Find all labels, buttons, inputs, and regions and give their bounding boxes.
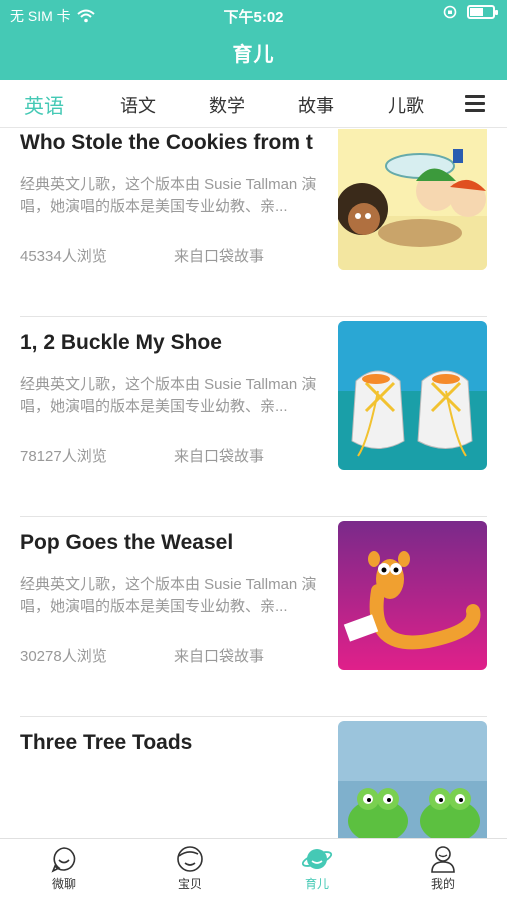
- list-item[interactable]: Three Tree Toads: [20, 717, 487, 838]
- item-thumbnail: [338, 721, 487, 838]
- item-views: 30278人浏览: [20, 648, 107, 665]
- nav-chat[interactable]: 微聊: [1, 845, 127, 892]
- status-time: 下午5:02: [223, 9, 284, 26]
- profile-icon: [431, 846, 455, 873]
- item-source: 来自口袋故事: [174, 448, 265, 465]
- bottom-tab-bar: 微聊 宝贝 育儿 我的: [0, 838, 507, 900]
- nav-me[interactable]: 我的: [380, 845, 506, 892]
- rotation-lock-icon: [443, 5, 457, 19]
- nav-label: 育儿: [304, 877, 329, 891]
- nav-label: 我的: [430, 877, 455, 891]
- page-title: 育儿: [232, 44, 275, 66]
- planet-icon: [301, 849, 333, 869]
- nav-baby[interactable]: 宝贝: [127, 845, 253, 892]
- nav-parenting[interactable]: 育儿: [254, 845, 380, 892]
- item-description: 经典英文儿歌，这个版本由 Susie Tallman 演唱，她演唱的版本是美国专…: [20, 576, 317, 615]
- item-thumbnail: [338, 321, 487, 470]
- item-source: 来自口袋故事: [174, 248, 265, 265]
- nav-label: 微聊: [51, 877, 76, 891]
- item-thumbnail: [338, 129, 487, 270]
- chat-face-icon: [51, 847, 76, 873]
- list-item[interactable]: 1, 2 Buckle My Shoe 经典英文儿歌，这个版本由 Susie T…: [20, 317, 487, 517]
- item-title: Who Stole the Cookies from t: [20, 131, 313, 154]
- list-item[interactable]: Who Stole the Cookies from t 经典英文儿歌，这个版本…: [20, 129, 487, 317]
- status-right: [443, 5, 498, 19]
- tab-english[interactable]: 英语: [24, 90, 64, 119]
- tab-chinese[interactable]: 语文: [120, 92, 156, 118]
- status-bar: 无 SIM 卡 下午5:02: [0, 0, 507, 28]
- tab-stories[interactable]: 故事: [298, 92, 334, 118]
- battery-icon: [467, 5, 498, 19]
- menu-icon[interactable]: [465, 95, 485, 112]
- item-description: 经典英文儿歌，这个版本由 Susie Tallman 演唱，她演唱的版本是美国专…: [20, 176, 317, 215]
- top-bar: 无 SIM 卡 下午5:02 育儿: [0, 0, 507, 80]
- baby-face-icon: [177, 846, 203, 872]
- content-list: Who Stole the Cookies from t 经典英文儿歌，这个版本…: [0, 129, 507, 838]
- category-tabs: 英语 语文 数学 故事 儿歌: [0, 80, 507, 128]
- item-description: 经典英文儿歌，这个版本由 Susie Tallman 演唱，她演唱的版本是美国专…: [20, 376, 317, 415]
- item-title: 1, 2 Buckle My Shoe: [20, 331, 222, 354]
- tab-math[interactable]: 数学: [209, 92, 245, 118]
- item-title: Pop Goes the Weasel: [20, 531, 234, 554]
- tab-songs[interactable]: 儿歌: [388, 92, 424, 118]
- item-source: 来自口袋故事: [174, 648, 265, 665]
- nav-label: 宝贝: [177, 877, 202, 891]
- item-thumbnail: [338, 521, 487, 670]
- item-views: 45334人浏览: [20, 248, 107, 265]
- item-views: 78127人浏览: [20, 448, 107, 465]
- list-item[interactable]: Pop Goes the Weasel 经典英文儿歌，这个版本由 Susie T…: [20, 517, 487, 717]
- item-title: Three Tree Toads: [20, 731, 193, 754]
